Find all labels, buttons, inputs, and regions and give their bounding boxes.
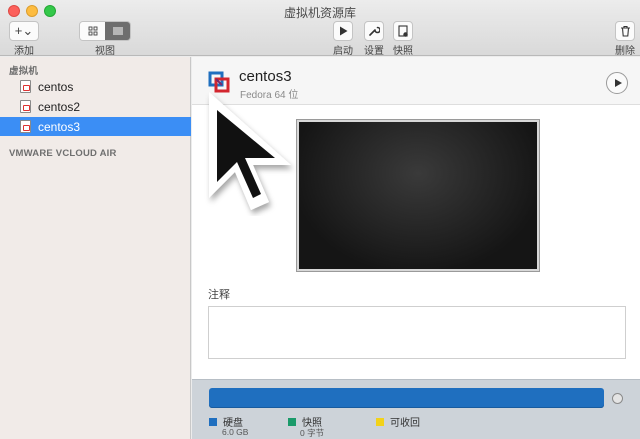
delete-label: 删除 bbox=[615, 46, 635, 57]
snapshot-icon bbox=[398, 24, 408, 37]
settings-button[interactable] bbox=[364, 21, 384, 41]
window-title: 虚拟机资源库 bbox=[283, 6, 356, 20]
delete-button[interactable] bbox=[615, 21, 635, 41]
vm-file-icon bbox=[20, 100, 31, 113]
legend-value: 6.0 GB bbox=[222, 427, 249, 437]
notes-label: 注释 bbox=[208, 289, 230, 301]
legend-value: 0 字节 bbox=[300, 428, 325, 438]
add-label: 添加 bbox=[14, 46, 34, 57]
storage-panel: 硬盘 6.0 GB 快照 0 字节 可收回 bbox=[192, 379, 640, 439]
grid-view-button[interactable] bbox=[80, 22, 105, 40]
sidebar-section-vms: 虚拟机 bbox=[9, 66, 39, 77]
wrench-icon bbox=[369, 26, 380, 36]
snapshot-label: 快照 bbox=[393, 46, 413, 57]
grid-view-icon bbox=[88, 26, 97, 36]
run-button[interactable] bbox=[333, 21, 353, 41]
vm-file-icon bbox=[20, 120, 31, 133]
legend-reclaimable: 可收回 bbox=[376, 414, 420, 429]
add-button[interactable]: +⌄ bbox=[9, 21, 39, 41]
settings-label: 设置 bbox=[364, 46, 384, 57]
disk-swatch bbox=[209, 417, 217, 426]
snapshot-button[interactable] bbox=[393, 21, 413, 41]
storage-info-icon[interactable] bbox=[612, 393, 623, 404]
sidebar-item-label: centos2 bbox=[38, 99, 81, 114]
notes-field[interactable] bbox=[208, 306, 626, 359]
vm-screen-preview[interactable] bbox=[297, 120, 539, 271]
power-on-button[interactable] bbox=[606, 72, 628, 94]
sidebar: 虚拟机 centos centos2 centos3 VMWARE VCLOUD… bbox=[0, 57, 191, 439]
sidebar-item-centos[interactable]: centos bbox=[0, 77, 191, 96]
snapshot-swatch bbox=[288, 417, 296, 426]
run-label: 启动 bbox=[333, 46, 353, 57]
trash-icon bbox=[620, 25, 630, 37]
view-label: 视图 bbox=[95, 46, 115, 57]
vm-file-icon bbox=[20, 80, 31, 93]
library-window: 虚拟机资源库 +⌄ 添加 视图 启动 设置 快照 删除 虚拟机 centos c… bbox=[0, 0, 640, 439]
storage-usage-bar bbox=[209, 388, 604, 408]
list-view-icon bbox=[112, 27, 123, 35]
sidebar-item-centos3[interactable]: centos3 bbox=[0, 117, 191, 136]
play-icon bbox=[339, 26, 347, 36]
vm-name: centos3 bbox=[239, 68, 292, 85]
mouse-pointer-icon bbox=[209, 92, 291, 210]
reclaimable-swatch bbox=[376, 417, 384, 426]
view-mode-segmented-control bbox=[79, 21, 131, 41]
sidebar-item-label: centos3 bbox=[38, 119, 81, 134]
list-view-button[interactable] bbox=[105, 22, 130, 40]
sidebar-section-cloud: VMWARE VCLOUD AIR bbox=[9, 148, 117, 159]
legend-label: 可收回 bbox=[390, 418, 420, 429]
add-icon: +⌄ bbox=[14, 23, 34, 38]
sidebar-item-centos2[interactable]: centos2 bbox=[0, 97, 191, 116]
toolbar: 虚拟机资源库 +⌄ 添加 视图 启动 设置 快照 删除 bbox=[0, 0, 640, 57]
sidebar-item-label: centos bbox=[38, 79, 74, 94]
